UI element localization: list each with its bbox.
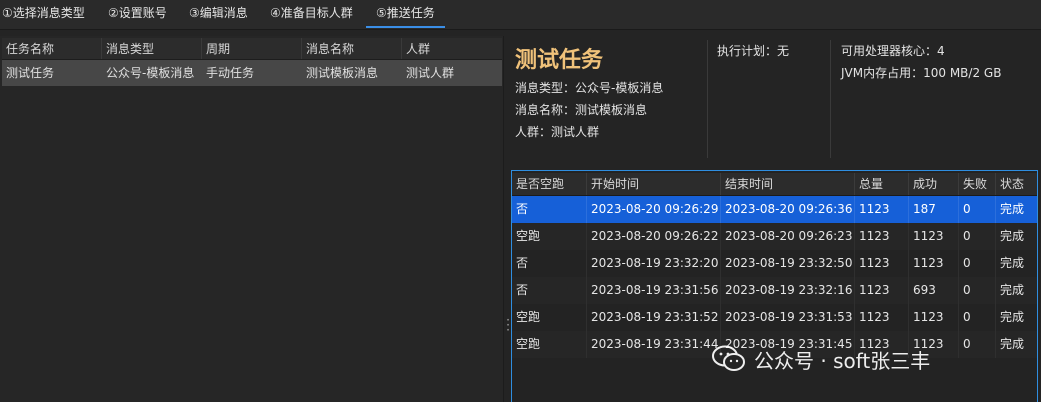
cell-message-name: 测试模板消息 bbox=[306, 66, 379, 80]
cell-status: 完成 bbox=[1000, 229, 1025, 243]
column-header-message-name[interactable]: 消息名称 bbox=[302, 38, 402, 59]
column-header-success[interactable]: 成功 bbox=[909, 173, 959, 195]
tab-push-task[interactable]: ⑤推送任务 bbox=[366, 0, 445, 28]
cell-success: 1123 bbox=[909, 223, 959, 250]
cell-total: 1123 bbox=[855, 304, 909, 331]
divider bbox=[830, 40, 831, 158]
task-table-header: 任务名称 消息类型 周期 消息名称 人群 bbox=[2, 38, 502, 60]
cell-status: 完成 bbox=[1000, 256, 1025, 270]
cell-start-time: 2023-08-19 23:31:52 bbox=[587, 304, 721, 331]
cell-end-time: 2023-08-19 23:31:53 bbox=[721, 304, 855, 331]
cell-total: 1123 bbox=[855, 250, 909, 277]
cell-success: 1123 bbox=[909, 250, 959, 277]
table-row[interactable]: 否 2023-08-19 23:31:56 2023-08-19 23:32:1… bbox=[512, 277, 1037, 304]
cell-end-time: 2023-08-19 23:32:50 bbox=[721, 250, 855, 277]
cell-failed: 0 bbox=[959, 223, 996, 250]
cell-message-type: 公众号-模板消息 bbox=[106, 66, 195, 80]
table-row[interactable]: 测试任务 公众号-模板消息 手动任务 测试模板消息 测试人群 bbox=[2, 60, 502, 86]
tab-edit-message[interactable]: ③编辑消息 bbox=[189, 0, 248, 28]
cell-failed: 0 bbox=[959, 196, 996, 223]
cell-success: 1123 bbox=[909, 304, 959, 331]
cell-end-time: 2023-08-20 09:26:23 bbox=[721, 223, 855, 250]
column-header-task-name[interactable]: 任务名称 bbox=[2, 38, 102, 59]
cell-total: 1123 bbox=[855, 196, 909, 223]
execution-plan: 执行计划：无 bbox=[717, 44, 790, 58]
cell-dry-run: 否 bbox=[512, 277, 587, 304]
cell-end-time: 2023-08-20 09:26:36 bbox=[721, 196, 855, 223]
tab-set-account[interactable]: ②设置账号 bbox=[108, 0, 167, 28]
cell-end-time: 2023-08-19 23:32:16 bbox=[721, 277, 855, 304]
cell-dry-run: 空跑 bbox=[512, 331, 587, 358]
cell-dry-run: 空跑 bbox=[512, 304, 587, 331]
cell-failed: 0 bbox=[959, 331, 996, 358]
cell-failed: 0 bbox=[959, 277, 996, 304]
column-header-failed[interactable]: 失败 bbox=[959, 173, 996, 195]
info-message-name: 消息名称：测试模板消息 bbox=[515, 103, 648, 117]
cell-start-time: 2023-08-19 23:32:20 bbox=[587, 250, 721, 277]
cell-status: 完成 bbox=[1000, 310, 1025, 324]
column-header-cycle[interactable]: 周期 bbox=[202, 38, 302, 59]
cell-start-time: 2023-08-20 09:26:29 bbox=[587, 196, 721, 223]
info-audience: 人群：测试人群 bbox=[515, 125, 600, 139]
cell-dry-run: 否 bbox=[512, 250, 587, 277]
cell-audience: 测试人群 bbox=[406, 66, 455, 80]
cell-status: 完成 bbox=[1000, 202, 1025, 216]
cell-total: 1123 bbox=[855, 223, 909, 250]
cell-dry-run: 否 bbox=[512, 196, 587, 223]
column-header-status[interactable]: 状态 bbox=[996, 173, 1037, 195]
column-header-total[interactable]: 总量 bbox=[855, 173, 909, 195]
jvm-memory: JVM内存占用：100 MB/2 GB bbox=[841, 66, 1002, 80]
column-header-start-time[interactable]: 开始时间 bbox=[587, 173, 721, 195]
cell-success: 693 bbox=[909, 277, 959, 304]
column-header-message-type[interactable]: 消息类型 bbox=[102, 38, 202, 59]
task-title: 测试任务 bbox=[515, 48, 604, 73]
cell-start-time: 2023-08-19 23:31:56 bbox=[587, 277, 721, 304]
cell-total: 1123 bbox=[855, 277, 909, 304]
column-header-end-time[interactable]: 结束时间 bbox=[721, 173, 855, 195]
table-row[interactable]: 否 2023-08-20 09:26:29 2023-08-20 09:26:3… bbox=[512, 196, 1037, 223]
table-row[interactable]: 空跑 2023-08-19 23:31:52 2023-08-19 23:31:… bbox=[512, 304, 1037, 331]
cell-failed: 0 bbox=[959, 250, 996, 277]
wechat-icon bbox=[712, 345, 745, 371]
tab-bar: ①选择消息类型 ②设置账号 ③编辑消息 ④准备目标人群 ⑤推送任务 bbox=[0, 0, 1041, 30]
divider bbox=[707, 40, 708, 158]
column-header-dry-run[interactable]: 是否空跑 bbox=[512, 173, 587, 195]
tab-prepare-audience[interactable]: ④准备目标人群 bbox=[270, 0, 353, 28]
table-row[interactable]: 空跑 2023-08-20 09:26:22 2023-08-20 09:26:… bbox=[512, 223, 1037, 250]
tab-select-message-type[interactable]: ①选择消息类型 bbox=[2, 0, 85, 28]
cell-cycle: 手动任务 bbox=[206, 66, 255, 80]
cell-start-time: 2023-08-20 09:26:22 bbox=[587, 223, 721, 250]
info-message-type: 消息类型：公众号-模板消息 bbox=[515, 81, 664, 95]
watermark: 公众号 · soft张三丰 bbox=[712, 342, 930, 376]
task-table: 任务名称 消息类型 周期 消息名称 人群 测试任务 公众号-模板消息 手动任务 … bbox=[2, 38, 502, 86]
column-header-audience[interactable]: 人群 bbox=[402, 38, 502, 59]
cell-dry-run: 空跑 bbox=[512, 223, 587, 250]
task-list-panel: 任务名称 消息类型 周期 消息名称 人群 测试任务 公众号-模板消息 手动任务 … bbox=[0, 36, 504, 402]
cell-start-time: 2023-08-19 23:31:44 bbox=[587, 331, 721, 358]
cell-success: 187 bbox=[909, 196, 959, 223]
cpu-cores: 可用处理器核心：4 bbox=[841, 44, 945, 58]
cell-status: 完成 bbox=[1000, 283, 1025, 297]
cell-task-name: 测试任务 bbox=[6, 66, 55, 80]
cell-status: 完成 bbox=[1000, 337, 1025, 351]
cell-failed: 0 bbox=[959, 304, 996, 331]
watermark-text: 公众号 · soft张三丰 bbox=[754, 348, 931, 373]
history-table-header: 是否空跑 开始时间 结束时间 总量 成功 失败 状态 bbox=[512, 173, 1037, 196]
table-row[interactable]: 否 2023-08-19 23:32:20 2023-08-19 23:32:5… bbox=[512, 250, 1037, 277]
